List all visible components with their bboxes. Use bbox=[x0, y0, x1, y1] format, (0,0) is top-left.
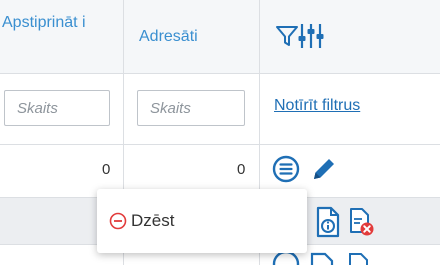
clear-filters-link[interactable]: Notīrīt filtrus bbox=[274, 97, 360, 115]
apstiprinati-count-filter[interactable] bbox=[4, 90, 110, 126]
menu-list-icon[interactable] bbox=[272, 155, 300, 183]
adresati-value: 0 bbox=[237, 161, 246, 178]
column-header-adresati[interactable]: Adresāti bbox=[139, 27, 198, 47]
apstiprinati-value: 0 bbox=[102, 161, 111, 178]
adresati-count-filter[interactable] bbox=[137, 90, 245, 126]
data-grid: Apstiprināt i Adresāti Notīrīt filtrus 0… bbox=[0, 0, 440, 265]
column-header-apstiprinati[interactable]: Apstiprināt i bbox=[2, 13, 120, 33]
document-delete-icon[interactable] bbox=[347, 206, 377, 238]
document-info-icon[interactable] bbox=[312, 206, 342, 238]
header-row bbox=[0, 0, 440, 74]
filter-icon[interactable] bbox=[275, 24, 299, 48]
edit-pencil-icon[interactable] bbox=[310, 155, 338, 183]
minus-circle-icon bbox=[109, 212, 127, 230]
delete-menu-label: Dzēst bbox=[131, 211, 175, 230]
delete-menu-item[interactable]: Dzēst bbox=[109, 209, 174, 233]
column-settings-icon[interactable] bbox=[298, 22, 324, 50]
context-menu: Dzēst bbox=[97, 189, 307, 253]
